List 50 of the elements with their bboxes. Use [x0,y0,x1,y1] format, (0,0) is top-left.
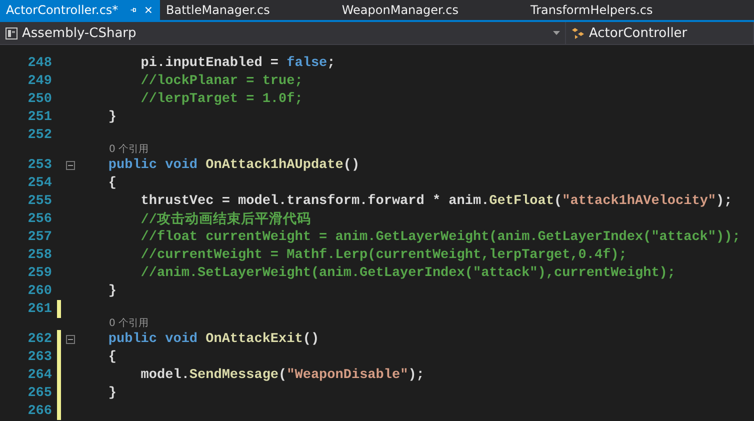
line-number: 252 [26,128,52,142]
reference-count[interactable]: 0 个引用 [109,318,149,330]
line-number: 256 [26,212,52,226]
line-number: 259 [26,266,52,280]
line-number: 250 [26,92,52,106]
line-number: 266 [26,404,52,418]
code-line: //float currentWeight = anim.GetLayerWeight(anim.GetLayerIndex("attack")); [140,230,740,244]
file-tab[interactable]: ActorController.cs* [0,0,160,20]
code-line: } [107,284,117,298]
code-line: public void OnAttackExit() [107,332,320,346]
line-number: 248 [26,56,52,70]
code-line: model.SendMessage("WeaponDisable"); [140,368,424,382]
type-dropdown[interactable]: ActorController [566,22,754,44]
line-number: 261 [26,302,52,316]
line-number: 264 [26,368,52,382]
project-icon [5,26,18,40]
code-line: { [107,176,117,190]
reference-count[interactable]: 0 个引用 [109,144,149,156]
code-line: thrustVec = model.transform.forward * anim.GetFloat("attack1hAVelocity"); [140,194,732,208]
file-tab[interactable]: TransformHelpers.cs [524,0,659,20]
collapse-icon[interactable] [66,160,75,170]
line-number: 262 [26,332,52,346]
code-line: { [107,350,117,364]
code-line: //currentWeight = Mathf.Lerp(currentWeight,lerpTarget,0.4f); [140,248,627,262]
line-number: 254 [26,176,52,190]
code-line: public void OnAttack1hAUpdate() [107,158,360,172]
class-icon [571,26,585,40]
code-line: //anim.SetLayerWeight(anim.GetLayerIndex("attack"),currentWeight); [140,266,676,280]
code-line: //lockPlanar = true; [140,74,303,88]
line-number: 260 [26,284,52,298]
file-tab[interactable]: BattleManager.cs [160,0,276,20]
code-line: pi.inputEnabled = false; [140,56,336,70]
line-number: 255 [26,194,52,208]
line-number: 257 [26,230,52,244]
line-number: 263 [26,350,52,364]
code-line: //攻击动画结束后平滑代码 [140,210,312,228]
caret-icon [553,31,560,35]
line-number: 258 [26,248,52,262]
close-icon[interactable] [145,5,152,15]
line-number: 265 [26,386,52,400]
pin-icon[interactable] [130,5,138,15]
line-number: 249 [26,74,52,88]
code-line: } [107,386,117,400]
collapse-icon[interactable] [66,334,75,344]
line-number: 253 [26,158,52,172]
code-line: } [107,110,117,124]
file-tab[interactable]: WeaponManager.cs [336,0,464,20]
code-line: //lerpTarget = 1.0f; [140,92,303,106]
line-number: 251 [26,110,52,124]
project-dropdown[interactable]: Assembly-CSharp [0,22,566,44]
